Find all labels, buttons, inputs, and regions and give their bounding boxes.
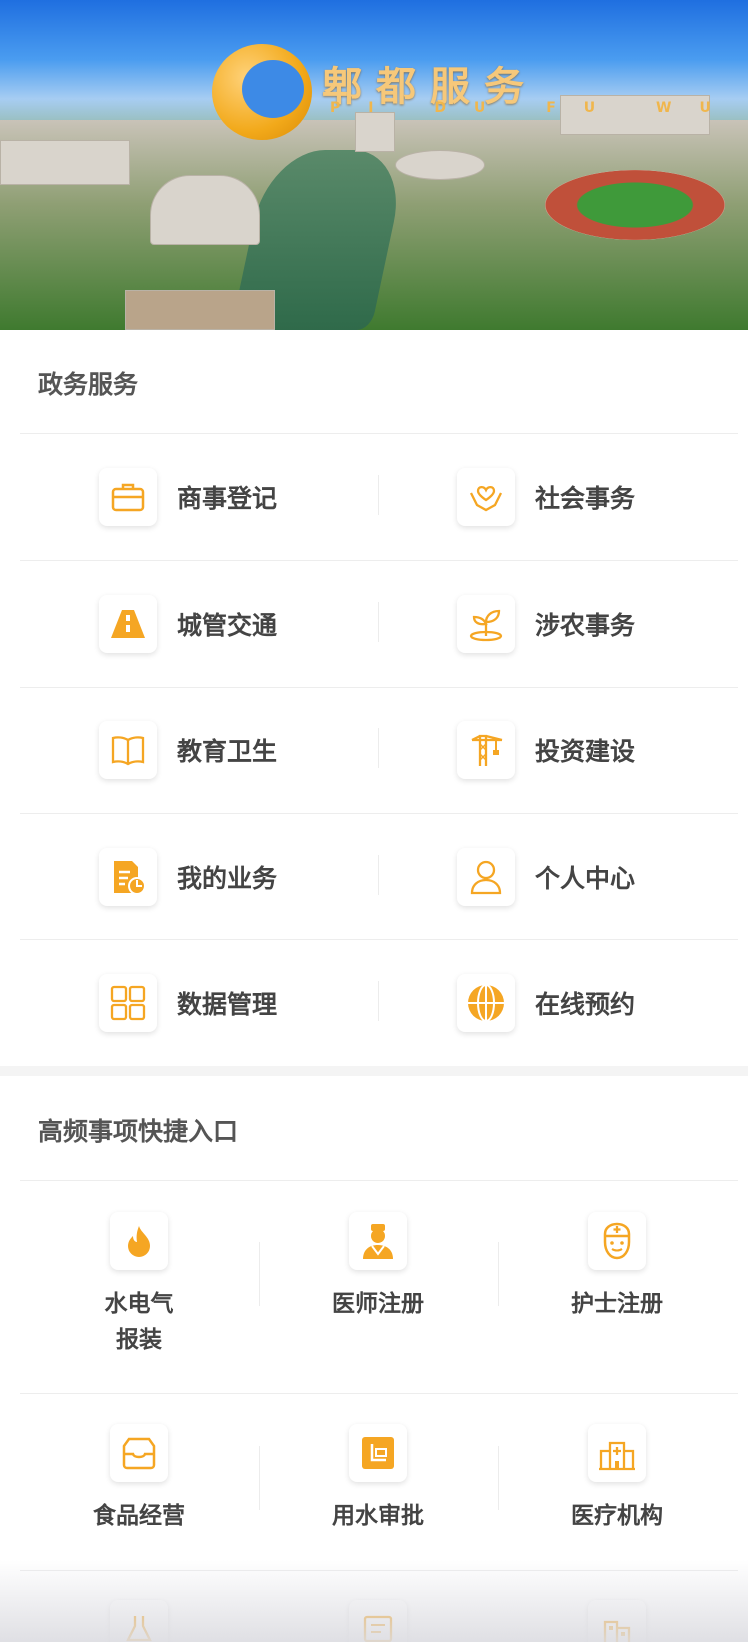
gov-item-label: 教育卫生	[177, 737, 278, 766]
quick-item-doctor-registration[interactable]: 医师注册	[259, 1212, 497, 1322]
building-icon[interactable]	[588, 1600, 646, 1642]
gov-item-agriculture[interactable]: 涉农事务	[457, 589, 635, 659]
globe-icon	[457, 974, 515, 1032]
gov-item-label: 数据管理	[177, 990, 278, 1019]
doctor-icon	[349, 1212, 407, 1270]
quick-item-nurse-registration[interactable]: 护士注册	[498, 1212, 736, 1322]
hospital-icon	[588, 1424, 646, 1482]
gov-item-online-booking[interactable]: 在线预约	[457, 968, 635, 1038]
logo-icon	[212, 44, 312, 140]
food-box-icon	[110, 1424, 168, 1482]
gov-item-label: 我的业务	[177, 864, 278, 893]
quick-item-medical-institution[interactable]: 医疗机构	[498, 1424, 736, 1534]
gov-item-label: 投资建设	[535, 737, 636, 766]
quick-item-label: 医疗机构	[571, 1503, 663, 1529]
quick-item-label: 食品经营	[93, 1503, 185, 1529]
banner-stadium	[545, 170, 725, 240]
quick-item-label: 用水审批	[332, 1503, 424, 1529]
banner-subtitle: PI DU FU WU	[330, 100, 739, 116]
quick-section-title: 高频事项快捷入口	[38, 1117, 239, 1146]
heart-hands-icon	[457, 468, 515, 526]
book-icon	[99, 721, 157, 779]
gov-item-data-management[interactable]: 数据管理	[99, 968, 277, 1038]
banner: 郫都服务 PI DU FU WU	[0, 0, 748, 330]
gov-item-urban-traffic[interactable]: 城管交通	[99, 589, 277, 659]
gov-item-label: 社会事务	[535, 484, 636, 513]
gov-item-label: 个人中心	[535, 864, 636, 893]
flame-icon	[110, 1212, 168, 1270]
briefcase-icon	[99, 468, 157, 526]
road-icon	[99, 595, 157, 653]
gov-item-label: 商事登记	[177, 484, 278, 513]
form-icon[interactable]	[349, 1600, 407, 1642]
gov-item-label: 在线预约	[535, 990, 636, 1019]
gov-item-label: 涉农事务	[535, 611, 636, 640]
gov-item-label: 城管交通	[177, 611, 278, 640]
document-icon	[99, 848, 157, 906]
quick-item-label: 水电气 报装	[104, 1291, 174, 1353]
crane-icon	[457, 721, 515, 779]
person-icon	[457, 848, 515, 906]
gov-item-personal-center[interactable]: 个人中心	[457, 842, 635, 912]
sprout-icon	[457, 595, 515, 653]
quick-item-utilities[interactable]: 水电气 报装	[20, 1212, 258, 1358]
quick-item-food-business[interactable]: 食品经营	[20, 1424, 258, 1534]
gov-item-my-business[interactable]: 我的业务	[99, 842, 277, 912]
water-approval-icon	[349, 1424, 407, 1482]
quick-item-label: 医师注册	[332, 1291, 424, 1317]
gov-item-business-registration[interactable]: 商事登记	[99, 462, 277, 532]
gov-item-investment-construction[interactable]: 投资建设	[457, 715, 635, 785]
grid-icon	[99, 974, 157, 1032]
flask-icon[interactable]	[110, 1600, 168, 1642]
quick-item-water-approval[interactable]: 用水审批	[259, 1424, 497, 1534]
gov-item-education-health[interactable]: 教育卫生	[99, 715, 277, 785]
nurse-icon	[588, 1212, 646, 1270]
gov-item-social-affairs[interactable]: 社会事务	[457, 462, 635, 532]
gov-section-title: 政务服务	[38, 370, 139, 399]
quick-item-label: 护士注册	[571, 1291, 663, 1317]
